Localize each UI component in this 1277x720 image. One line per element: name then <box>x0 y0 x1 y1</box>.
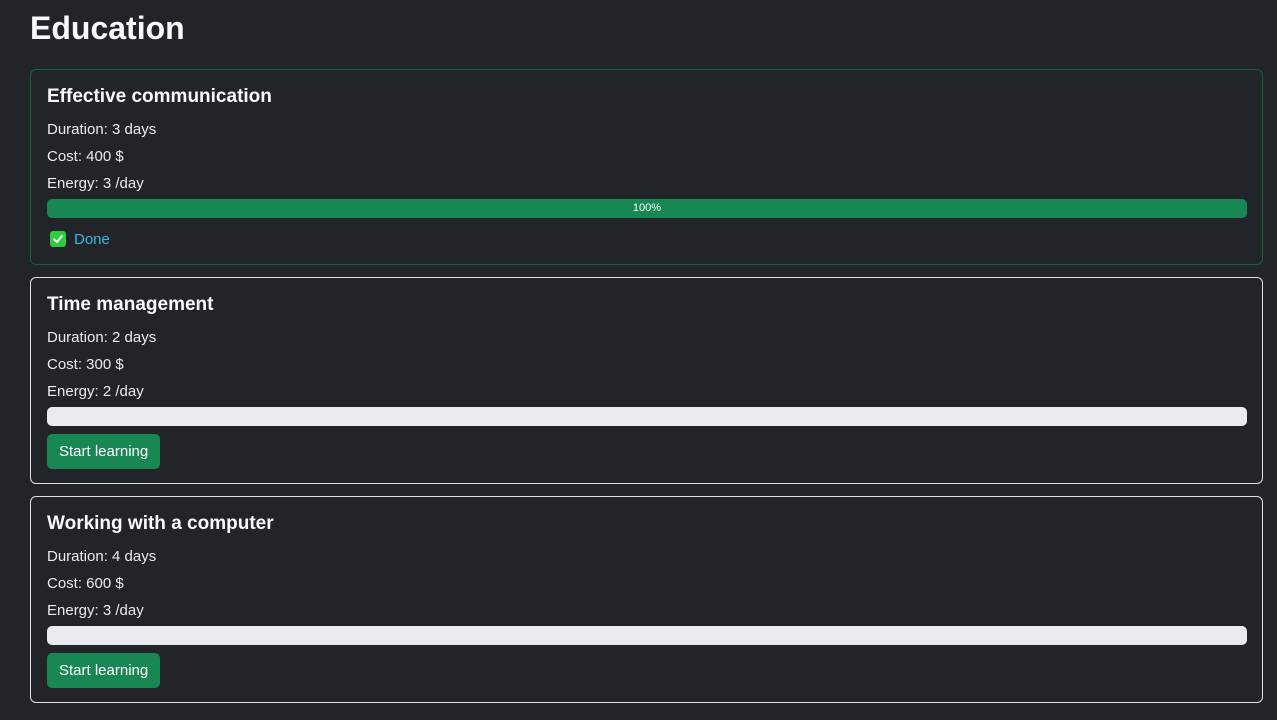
course-cost: Cost: 600 $ <box>47 575 124 592</box>
course-card-working-with-a-computer: Working with a computer Duration: 4 days… <box>30 496 1263 703</box>
course-duration: Duration: 4 days <box>47 548 157 565</box>
course-progress <box>47 626 1247 645</box>
course-title: Effective communication <box>47 86 272 107</box>
course-cost: Cost: 400 $ <box>47 148 124 165</box>
done-link[interactable]: Done <box>74 231 110 248</box>
course-card-time-management: Time management Duration: 2 days Cost: 3… <box>30 277 1263 484</box>
course-title: Time management <box>47 294 214 315</box>
check-box-icon <box>50 231 66 247</box>
course-progress-bar: 100% <box>47 199 1247 218</box>
course-cost: Cost: 300 $ <box>47 356 124 373</box>
course-energy: Energy: 3 /day <box>47 175 144 192</box>
course-energy: Energy: 3 /day <box>47 602 144 619</box>
course-status: Done <box>47 228 1247 250</box>
course-title: Working with a computer <box>47 513 274 534</box>
start-learning-button[interactable]: Start learning <box>47 653 161 688</box>
course-energy: Energy: 2 /day <box>47 383 144 400</box>
course-progress <box>47 407 1247 426</box>
course-card-effective-communication: Effective communication Duration: 3 days… <box>30 69 1263 265</box>
course-duration: Duration: 3 days <box>47 121 157 138</box>
course-progress-label: 100% <box>632 202 662 214</box>
course-duration: Duration: 2 days <box>47 329 157 346</box>
start-learning-button[interactable]: Start learning <box>47 434 161 469</box>
page-title: Education <box>30 10 185 46</box>
course-progress: 100% <box>47 199 1247 218</box>
education-page: Education Effective communication Durati… <box>0 0 1277 720</box>
